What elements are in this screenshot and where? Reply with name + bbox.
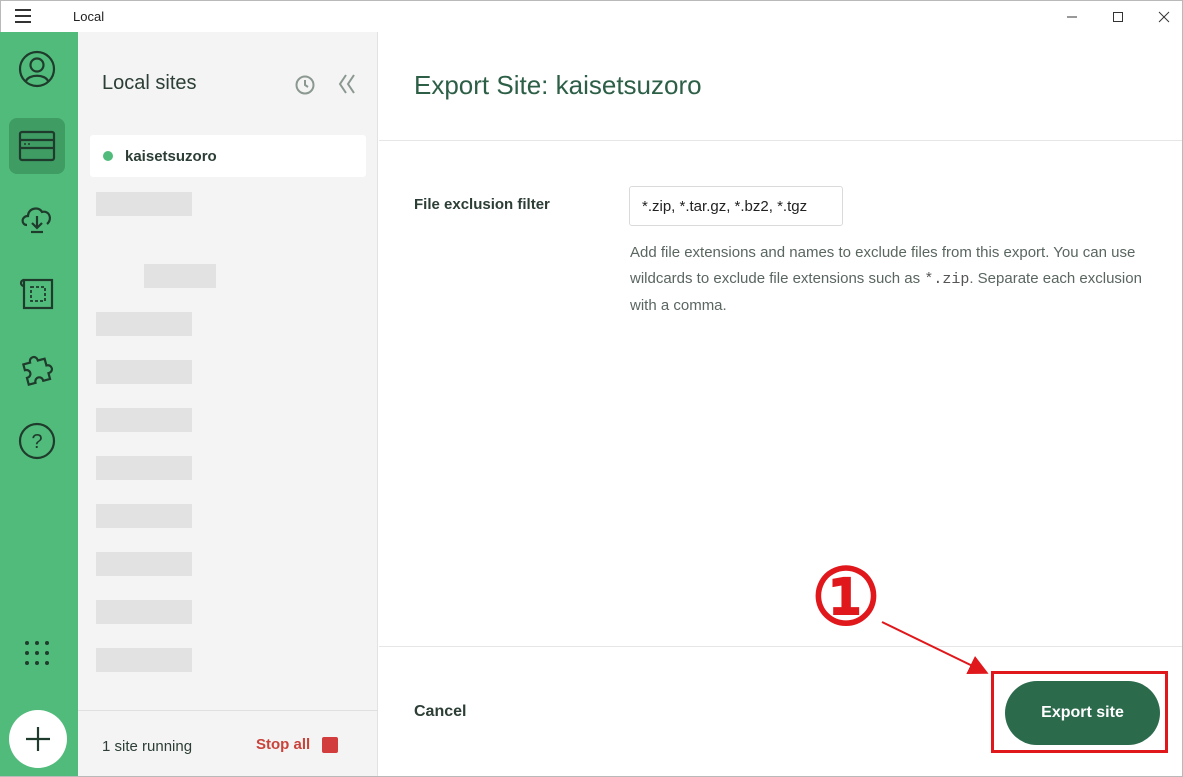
- cancel-button[interactable]: Cancel: [414, 703, 466, 721]
- export-panel: Export Site: kaisetsuzoro File exclusion…: [379, 32, 1183, 777]
- blueprints-icon[interactable]: [12, 269, 62, 319]
- stop-all-button[interactable]: Stop all: [256, 736, 339, 753]
- stop-all-label: Stop all: [256, 736, 311, 753]
- list-item[interactable]: [144, 264, 216, 288]
- collapse-sidebar-icon[interactable]: [336, 72, 358, 101]
- list-item[interactable]: [96, 312, 192, 336]
- local-sites-icon[interactable]: [9, 118, 65, 174]
- list-item[interactable]: [96, 552, 192, 576]
- list-item[interactable]: [96, 504, 192, 528]
- sites-title: Local sites: [102, 72, 197, 94]
- help-text-code: *.zip: [924, 271, 970, 288]
- site-item-selected[interactable]: kaisetsuzoro: [90, 135, 366, 177]
- stop-icon: [322, 736, 339, 753]
- site-running-indicator: [103, 151, 113, 161]
- cloud-icon[interactable]: [12, 194, 62, 244]
- list-item[interactable]: [96, 456, 192, 480]
- sites-panel: Local sites kaisetsuzoro 1 site running …: [78, 32, 378, 777]
- exclusion-filter-label: File exclusion filter: [414, 196, 550, 213]
- list-item[interactable]: [96, 648, 192, 672]
- window-titlebar: Local: [0, 0, 1183, 32]
- list-item[interactable]: [96, 600, 192, 624]
- page-title: Export Site: kaisetsuzoro: [414, 70, 702, 100]
- account-icon[interactable]: [12, 44, 62, 94]
- annotation-marker-text: ①: [811, 552, 881, 636]
- export-footer: Cancel Export site: [379, 646, 1183, 777]
- svg-text:?: ?: [31, 431, 42, 453]
- plus-icon: [26, 727, 50, 751]
- close-icon[interactable]: [1141, 1, 1183, 33]
- list-item[interactable]: [96, 360, 192, 384]
- minimize-icon[interactable]: [1049, 1, 1095, 33]
- navigation-rail: ?: [0, 32, 78, 777]
- site-name: kaisetsuzoro: [125, 147, 217, 165]
- clock-icon[interactable]: [294, 74, 316, 101]
- add-site-button[interactable]: [9, 710, 67, 768]
- exclusion-help-text: Add file extensions and names to exclude…: [630, 240, 1150, 319]
- sites-footer: 1 site running Stop all: [78, 710, 378, 777]
- exclusion-filter-input[interactable]: [629, 186, 843, 226]
- menu-icon[interactable]: [15, 9, 31, 23]
- app-title: Local: [73, 9, 105, 24]
- export-header: Export Site: kaisetsuzoro: [379, 32, 1183, 141]
- list-item[interactable]: [96, 408, 192, 432]
- list-item[interactable]: [96, 192, 192, 216]
- addons-icon[interactable]: [12, 342, 62, 392]
- help-icon[interactable]: ?: [12, 416, 62, 466]
- running-count: 1 site running: [102, 738, 193, 755]
- annotation-marker: ①: [804, 552, 888, 643]
- annotation-highlight-box: [991, 671, 1168, 753]
- apps-grid-icon[interactable]: [12, 628, 62, 678]
- maximize-icon[interactable]: [1095, 1, 1141, 33]
